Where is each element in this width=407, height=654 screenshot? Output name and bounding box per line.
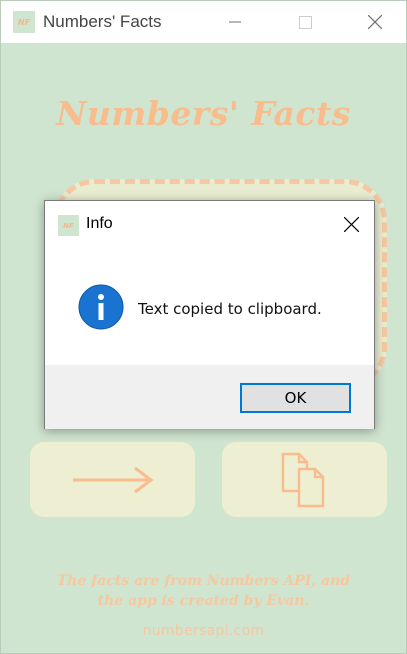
close-icon <box>343 216 359 232</box>
credit-text: The facts are from Numbers API, and the … <box>1 571 406 611</box>
close-button[interactable] <box>340 1 407 43</box>
info-icon <box>78 284 124 330</box>
site-link[interactable]: numbersapi.com <box>1 623 406 639</box>
dialog-title: Info <box>86 215 113 232</box>
app-heading: Numbers' Facts <box>56 94 351 133</box>
credit-line-1: The facts are from Numbers API, and <box>56 573 351 589</box>
next-fact-button[interactable] <box>30 442 195 517</box>
maximize-icon <box>298 15 312 29</box>
minimize-button[interactable] <box>200 1 270 43</box>
maximize-button[interactable] <box>270 1 340 43</box>
app-icon: NF <box>13 11 35 33</box>
window-title: Numbers' Facts <box>43 12 162 31</box>
dialog-body: Text copied to clipboard. <box>45 247 374 365</box>
copy-fact-button[interactable] <box>222 442 387 517</box>
info-dialog: NF Info Text copied to clipboard. OK <box>44 200 375 429</box>
dialog-title-bar[interactable]: NF Info <box>45 201 374 247</box>
dialog-message: Text copied to clipboard. <box>138 300 322 318</box>
dialog-close-button[interactable] <box>328 201 374 247</box>
copy-icon <box>281 452 324 507</box>
arrow-right-icon <box>72 466 153 493</box>
ok-button[interactable]: OK <box>240 383 351 413</box>
dialog-footer: OK <box>45 365 374 429</box>
minimize-icon <box>229 21 241 23</box>
dialog-app-icon: NF <box>58 215 79 236</box>
close-icon <box>368 15 382 29</box>
title-bar[interactable]: NF Numbers' Facts <box>1 1 406 43</box>
credit-line-2: the app is created by Evan. <box>97 593 310 609</box>
